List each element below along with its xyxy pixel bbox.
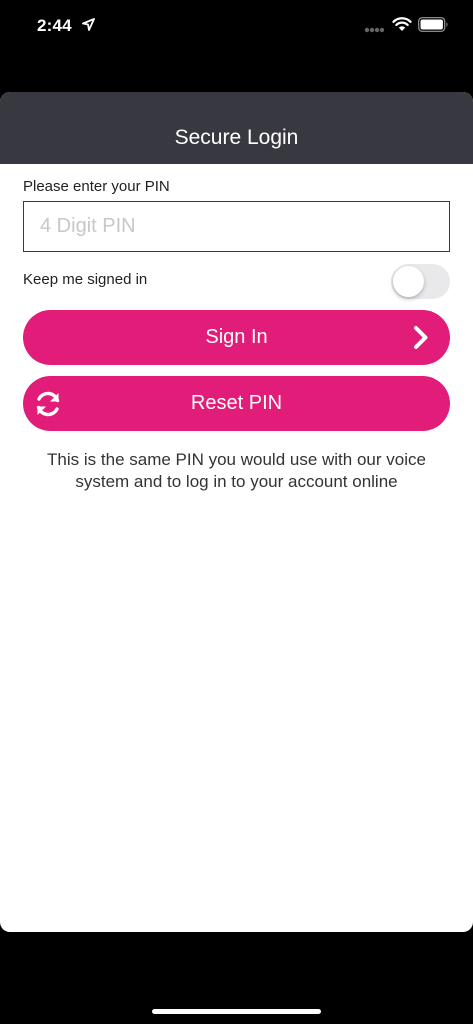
toggle-knob [393,266,424,297]
login-sheet: Secure Login Please enter your PIN Keep … [0,92,473,932]
pin-field-label: Please enter your PIN [23,178,170,195]
nav-bar: Secure Login [0,92,473,164]
wifi-icon [392,17,412,31]
pin-input[interactable] [23,201,450,252]
chevron-right-icon [414,326,428,349]
cellular-signal-icon [364,27,384,33]
location-arrow-icon [82,18,95,31]
page-title: Secure Login [174,126,299,149]
reset-pin-button[interactable]: Reset PIN [23,376,450,431]
pin-help-text: This is the same PIN you would use with … [47,450,426,491]
sign-in-button[interactable]: Sign In [23,310,450,365]
status-bar: 2:44 [0,0,473,52]
battery-icon [418,17,448,32]
home-indicator[interactable] [152,1009,321,1014]
keep-signed-in-label: Keep me signed in [23,271,148,288]
keep-signed-in-toggle[interactable] [391,264,450,299]
reset-pin-button-label: Reset PIN [190,392,283,414]
refresh-icon [36,391,60,417]
status-time: 2:44 [37,16,72,35]
sign-in-button-label: Sign In [205,326,268,348]
